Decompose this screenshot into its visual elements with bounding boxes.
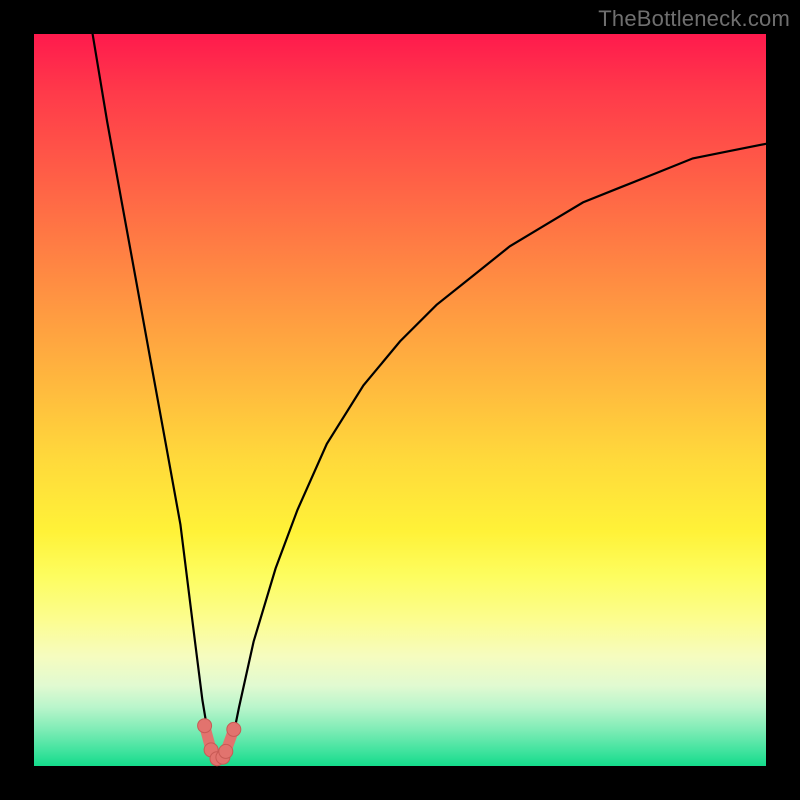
minimum-marker-dot [219, 744, 233, 758]
minimum-marker-dot [198, 719, 212, 733]
minimum-markers [198, 719, 241, 766]
chart-svg [34, 34, 766, 766]
minimum-marker-dot [227, 722, 241, 736]
plot-area [34, 34, 766, 766]
watermark-text: TheBottleneck.com [598, 6, 790, 32]
bottleneck-curve [93, 34, 766, 759]
chart-frame: TheBottleneck.com [0, 0, 800, 800]
